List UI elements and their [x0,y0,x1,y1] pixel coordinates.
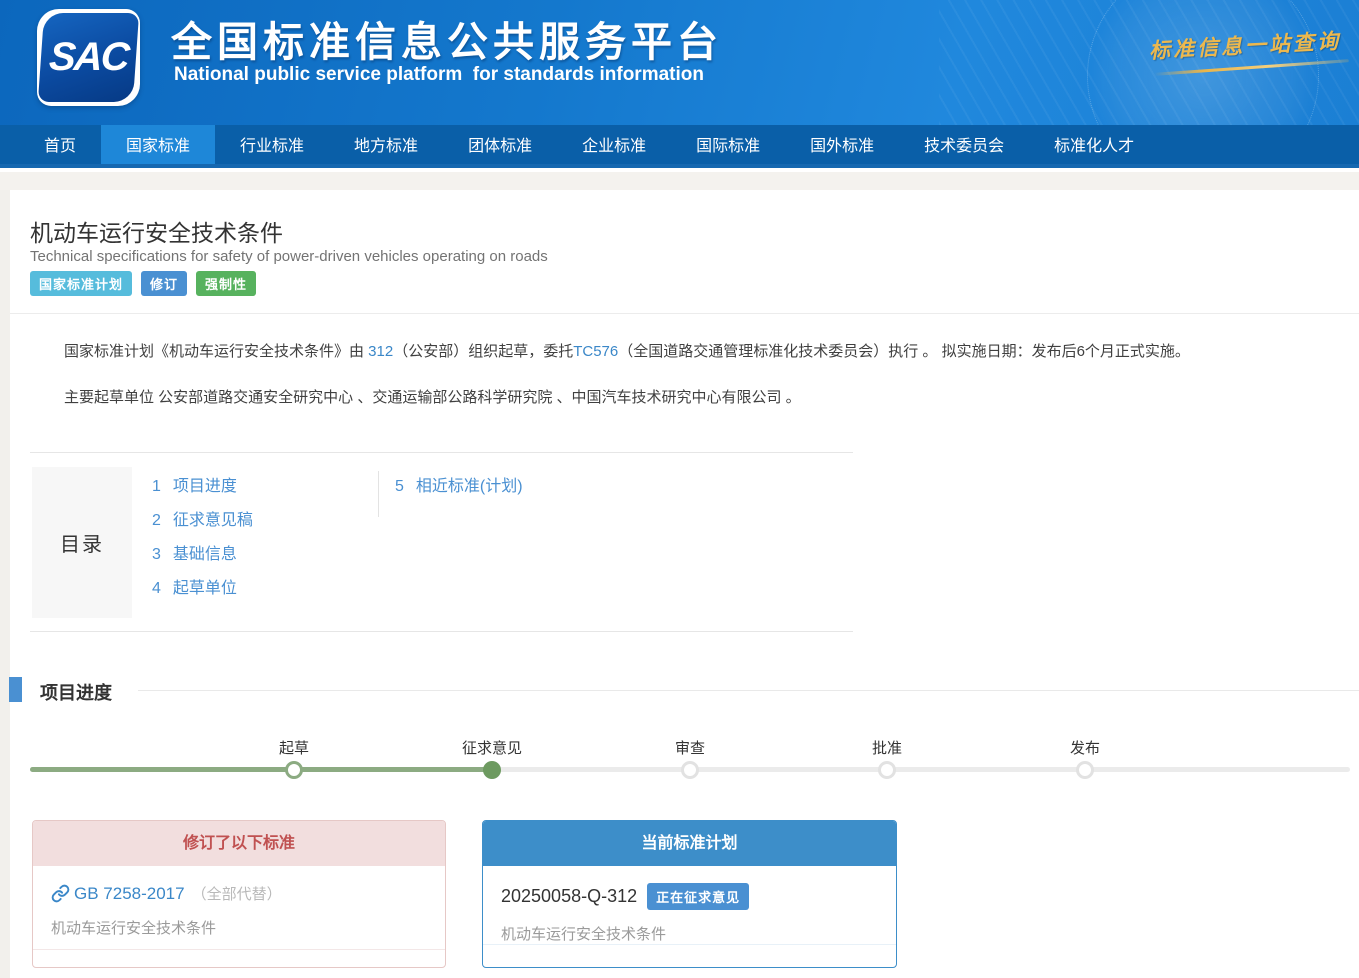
toc-item-drafting-units[interactable]: 4 起草单位 [152,576,253,610]
toc-column-divider [378,471,379,517]
nav-item-international-standards[interactable]: 国际标准 [671,125,785,164]
toc-item-basic-info[interactable]: 3 基础信息 [152,542,253,576]
badge-row: 国家标准计划 修订 强制性 [30,271,256,296]
toc-column-2: 5 相近标准(计划) [395,474,523,508]
section-rule [138,690,1359,691]
page-left-gutter [0,190,10,978]
revised-standards-card: 修订了以下标准 GB 7258-2017 （全部代替） 机动车运行安全技术条件 [32,820,446,968]
toc-label: 目录 [32,467,132,618]
toc-item-number: 3 [152,542,161,568]
nav-item-local-standards[interactable]: 地方标准 [329,125,443,164]
toc-item-number: 2 [152,508,161,534]
page: SAC 全国标准信息公共服务平台 National public service… [0,0,1359,978]
plan-code: 20250058-Q-312 [501,886,637,907]
main-nav: 首页 国家标准 行业标准 地方标准 团体标准 企业标准 国际标准 国外标准 技术… [0,125,1359,168]
site-title-cn: 全国标准信息公共服务平台 [171,8,723,68]
nav-item-enterprise-standards[interactable]: 企业标准 [557,125,671,164]
status-badge-seeking-comments: 正在征求意见 [647,883,749,910]
toc-item-number: 5 [395,474,404,500]
drafting-org-link[interactable]: 312 [368,343,393,360]
gb-7258-2017-link[interactable]: GB 7258-2017 [74,884,185,904]
sac-logo-text: SAC [38,13,139,102]
nav-item-technical-committee[interactable]: 技术委员会 [899,125,1029,164]
badge-revision: 修订 [141,271,187,296]
card-footer-rule [33,949,445,950]
badge-mandatory: 强制性 [196,271,256,296]
nav-item-foreign-standards[interactable]: 国外标准 [785,125,899,164]
page-subtitle-en: Technical specifications for safety of p… [30,248,548,265]
progress-track-completed [30,767,492,772]
progress-dot-review [681,761,699,779]
toc-item-project-progress[interactable]: 1 项目进度 [152,474,253,508]
content-top-strip [0,172,1359,190]
sac-logo[interactable]: SAC [37,9,140,106]
toc-item-label: 基础信息 [173,546,237,563]
revised-card-desc: 机动车运行安全技术条件 [51,917,427,938]
summary-text: 国家标准计划《机动车运行安全技术条件》由 [64,343,368,360]
toc-item-similar-standards[interactable]: 5 相近标准(计划) [395,474,523,508]
current-plan-card: 当前标准计划 20250058-Q-312 正在征求意见 机动车运行安全技术条件 [482,820,897,968]
current-card-title: 当前标准计划 [483,821,896,866]
site-title-en: National public service platform for sta… [174,64,704,86]
replacement-note: （全部代替） [192,883,282,904]
site-header: SAC 全国标准信息公共服务平台 National public service… [0,0,1359,125]
toc-item-label: 项目进度 [173,478,237,495]
nav-item-group-standards[interactable]: 团体标准 [443,125,557,164]
summary-line-1: 国家标准计划《机动车运行安全技术条件》由 312（公安部）组织起草，委托TC57… [64,341,1354,363]
toc-column-1: 1 项目进度 2 征求意见稿 3 基础信息 4 起草单位 [152,474,253,610]
nav-item-home[interactable]: 首页 [19,125,101,164]
toc-item-number: 4 [152,576,161,602]
current-card-desc: 机动车运行安全技术条件 [501,923,878,944]
section-title-project-progress: 项目进度 [40,679,112,705]
nav-item-standardization-talent[interactable]: 标准化人才 [1029,125,1159,164]
badge-national-standard-plan: 国家标准计划 [30,271,132,296]
summary-line-2: 主要起草单位 公安部道路交通安全研究中心 、交通运输部公路科学研究院 、中国汽车… [64,387,1354,409]
toc-item-label: 相近标准(计划) [416,478,523,495]
section-accent-bar [9,677,22,702]
toc-item-label: 征求意见稿 [173,512,253,529]
progress-label-publish: 发布 [1070,737,1100,758]
nav-item-national-standards[interactable]: 国家标准 [101,125,215,164]
progress-dot-comments [483,761,501,779]
page-title: 机动车运行安全技术条件 [30,214,283,248]
toc-item-number: 1 [152,474,161,500]
card-footer-rule [483,944,896,945]
progress-dot-publish [1076,761,1094,779]
progress-label-comments: 征求意见 [462,737,522,758]
summary-text: （全国道路交通管理标准化技术委员会）执行 。 拟实施日期：发布后6个月正式实施。 [618,343,1190,360]
toc-box: 目录 1 项目进度 2 征求意见稿 3 基础信息 4 起草单位 5 相近标准(计划) [30,452,853,632]
progress-dot-approval [878,761,896,779]
summary-text: （公安部）组织起草，委托 [393,343,573,360]
progress-label-draft: 起草 [279,737,309,758]
progress-label-review: 审查 [675,737,705,758]
toc-item-label: 起草单位 [173,580,237,597]
progress-label-approval: 批准 [872,737,902,758]
tc576-link[interactable]: TC576 [573,343,618,360]
nav-item-industry-standards[interactable]: 行业标准 [215,125,329,164]
toc-item-draft-for-comments[interactable]: 2 征求意见稿 [152,508,253,542]
progress-dot-draft [285,761,303,779]
link-icon [51,884,70,903]
revised-card-title: 修订了以下标准 [33,821,445,866]
heading-divider [10,313,1359,314]
